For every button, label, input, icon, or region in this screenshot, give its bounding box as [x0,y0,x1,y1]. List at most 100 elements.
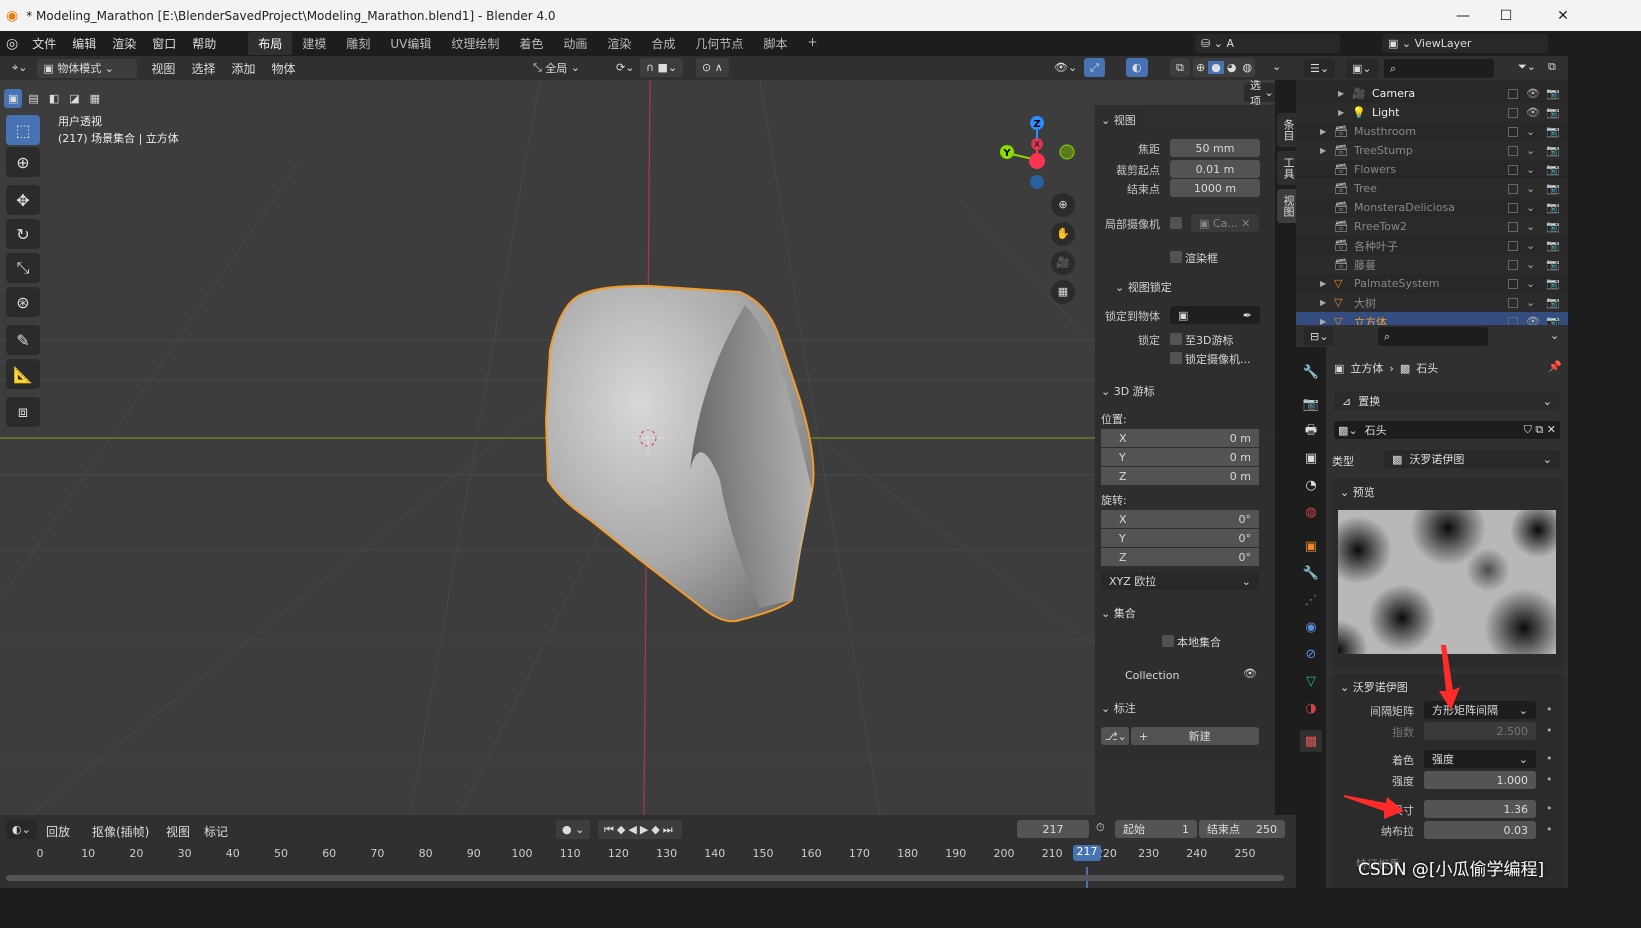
clip-start-field[interactable]: 0.01 m [1170,160,1260,178]
outliner-row[interactable]: 🗃 MonsteraDeliciosa ⌄ 📷 [1296,198,1568,217]
hide-eye-icon[interactable]: 👁 [1526,87,1540,100]
data-tab-icon[interactable]: ▽ [1300,670,1322,692]
render-camera-icon[interactable]: 📷 [1546,201,1560,214]
local-camera-checkbox[interactable] [1170,217,1182,229]
workspace-tab[interactable]: + [797,32,827,55]
xray-toggle[interactable]: ⧉ [1170,58,1190,77]
editor-type-icon[interactable]: ⊟⌄ [1304,327,1335,346]
camera-view-icon[interactable]: 🎥 [1051,251,1075,275]
solid-shading-icon[interactable]: ● [1208,61,1224,74]
menu-4[interactable]: 帮助 [184,35,224,52]
voronoi-header[interactable]: ⌄ 沃罗诺伊图 [1340,679,1408,695]
playhead-frame-badge[interactable]: 217 [1073,845,1101,861]
view-layer-tab-icon[interactable]: ▣ [1300,447,1322,469]
expand-arrow-icon[interactable]: ▶ [1320,127,1334,136]
location-y-field[interactable]: Y 0 m [1101,448,1259,466]
modifier-selector[interactable]: ⊿ 置换 ⌄ [1334,392,1560,410]
world-tab-icon[interactable]: ◍ [1300,501,1322,523]
hide-eye-icon[interactable]: ⌄ [1526,163,1535,176]
hide-eye-icon[interactable]: ⌄ [1526,296,1535,309]
hide-eye-icon[interactable]: ⌄ [1526,182,1535,195]
material-shading-icon[interactable]: ◕ [1224,61,1240,74]
voronoi-field[interactable]: 强度 ⌄ [1424,750,1536,768]
workspace-tab[interactable]: 脚本 [753,32,797,55]
blender-menu-icon[interactable]: ◎ [6,36,18,52]
physics-tab-icon[interactable]: ◉ [1300,616,1322,638]
overlay-toggle[interactable]: ◐ [1126,58,1148,77]
3d-cursor-header[interactable]: ⌄ 3D 游标 [1101,383,1155,399]
shading-dropdown-icon[interactable]: ⌄ [1272,60,1281,73]
proportional-edit-toggle[interactable]: ⊙ ∧ [696,58,729,77]
rotation-mode-dropdown[interactable]: XYZ 欧拉 ⌄ [1101,572,1259,590]
exclude-checkbox[interactable] [1508,126,1518,137]
workspace-tab[interactable]: 建模 [292,32,336,55]
outliner-row[interactable]: 🗃 各种叶子 ⌄ 📷 [1296,236,1568,255]
viewport-menu[interactable]: 视图 [143,60,183,77]
mode-dropdown[interactable]: ▣ 物体模式 ⌄ [37,58,138,78]
render-camera-icon[interactable]: 📷 [1546,296,1560,309]
gizmo-toggle[interactable]: ⤢ [1084,58,1105,77]
material-tab-icon[interactable]: ◑ [1300,697,1322,719]
render-camera-icon[interactable]: 📷 [1546,220,1560,233]
close-button[interactable]: ✕ [1540,0,1586,31]
outliner-row[interactable]: 🗃 RreeTow2 ⌄ 📷 [1296,217,1568,236]
exclude-checkbox[interactable] [1508,259,1518,270]
constraints-tab-icon[interactable]: ⊘ [1300,643,1322,665]
output-tab-icon[interactable]: 🖶 [1300,421,1322,443]
workspace-tab[interactable]: 雕刻 [336,32,380,55]
menu-2[interactable]: 渲染 [104,35,144,52]
annotation-header[interactable]: ⌄ 标注 [1101,700,1136,716]
voronoi-field[interactable]: 0.03 [1424,821,1536,839]
annotate-tool[interactable]: ✎ [6,325,40,355]
expand-arrow-icon[interactable]: ▶ [1338,89,1352,98]
hide-eye-icon[interactable]: ⌄ [1526,220,1535,233]
sidebar-tab[interactable]: 视图 [1277,189,1296,223]
pan-hand-icon[interactable]: ✋ [1051,222,1075,246]
add-cube-tool[interactable]: ⧈ [6,397,40,427]
keyframe-dot-icon[interactable]: • [1546,823,1553,836]
sidebar-tab[interactable]: 条目 [1277,113,1296,147]
hide-eye-icon[interactable]: ⌄ [1526,277,1535,290]
render-camera-icon[interactable]: 📷 [1546,106,1560,119]
local-camera-field[interactable]: ▣ Ca... ✕ [1191,214,1259,232]
render-camera-icon[interactable]: 📷 [1546,163,1560,176]
render-camera-icon[interactable]: 📷 [1546,277,1560,290]
focal-length-field[interactable]: 50 mm [1170,139,1260,157]
perspective-grid-icon[interactable]: ▦ [1051,280,1075,304]
expand-arrow-icon[interactable]: ▶ [1320,298,1334,307]
outliner-row[interactable]: ▶ 💡 Light 👁 📷 [1296,103,1568,122]
view-section-header[interactable]: ⌄ 视图 [1101,112,1136,128]
keyframe-dot-icon[interactable]: • [1546,802,1553,815]
location-x-field[interactable]: X 0 m [1101,429,1259,447]
menu-1[interactable]: 编辑 [64,35,104,52]
view-lock-header[interactable]: ⌄ 视图锁定 [1115,279,1172,295]
exclude-checkbox[interactable] [1508,297,1518,308]
location-z-field[interactable]: Z 0 m [1101,467,1259,485]
lock-to-cursor-checkbox[interactable] [1170,333,1182,345]
viewport-menu[interactable]: 物体 [263,60,303,77]
select-new-icon[interactable]: ▣ [4,89,23,108]
keyframe-dot-icon[interactable]: • [1546,724,1553,737]
menu-3[interactable]: 窗口 [144,35,184,52]
measure-tool[interactable]: 📐 [6,359,40,389]
texture-tab-icon[interactable]: ▩ [1300,730,1322,752]
hide-eye-icon[interactable]: ⌄ [1526,201,1535,214]
pivot-dropdown[interactable]: ⟳⌄ [610,58,641,77]
hide-eye-icon[interactable]: ⌄ [1526,144,1535,157]
object-tab-icon[interactable]: ▣ [1300,535,1322,557]
tool-tab-icon[interactable]: 🔧 [1300,361,1322,383]
eyedropper-icon[interactable]: ✒ [1243,309,1252,322]
outliner-row[interactable]: 🗃 Flowers ⌄ 📷 [1296,160,1568,179]
scale-tool[interactable]: ⤡ [6,253,40,283]
workspace-tab[interactable]: 几何节点 [685,32,753,55]
rendered-shading-icon[interactable]: ◍ [1239,61,1255,74]
render-tab-icon[interactable]: 📷 [1300,393,1322,415]
keyframe-dot-icon[interactable]: • [1546,703,1553,716]
exclude-checkbox[interactable] [1508,88,1518,99]
render-camera-icon[interactable]: 📷 [1546,258,1560,271]
workspace-tab[interactable]: 着色 [509,32,553,55]
filter-icon[interactable]: ⏷⌄ [1518,60,1536,74]
editor-type-button[interactable]: ⌖⌄ [6,58,34,78]
rotation-y-field[interactable]: Y 0° [1101,529,1259,547]
rotation-z-field[interactable]: Z 0° [1101,548,1259,566]
